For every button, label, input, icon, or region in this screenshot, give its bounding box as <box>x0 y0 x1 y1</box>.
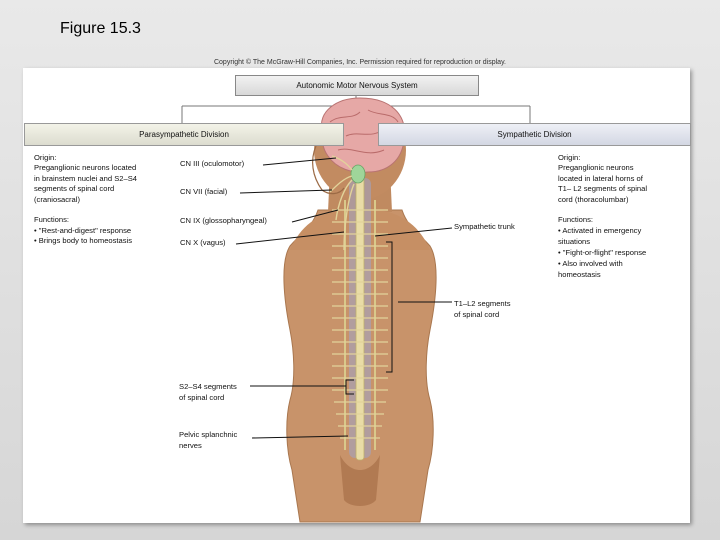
para-origin-label: Origin: <box>34 153 57 162</box>
para-functions-label: Functions: <box>34 215 70 224</box>
para-origin-text: Preganglionic neurons located in brainst… <box>34 163 138 204</box>
symp-origin-label: Origin: <box>558 153 581 162</box>
label-cn10: CN X (vagus) <box>180 238 226 247</box>
label-sympathetic-trunk: Sympathetic trunk <box>454 222 515 231</box>
spinal-cord <box>355 169 365 461</box>
label-cn3: CN III (oculomotor) <box>180 159 245 168</box>
para-function-item: • Brings body to homeostasis <box>34 236 133 245</box>
symp-function-item: • "Fight-or-flight" response <box>558 248 647 257</box>
label-cn7: CN VII (facial) <box>180 187 228 196</box>
root-node-box: Autonomic Motor Nervous System <box>235 75 479 96</box>
symp-function-item: • Activated in emergency situations <box>558 226 642 246</box>
body-illustration <box>283 97 437 523</box>
symp-function-item: • Also involved with homeostasis <box>558 259 623 279</box>
parasympathetic-header: Parasympathetic Division <box>24 123 344 146</box>
label-cn9: CN IX (glossopharyngeal) <box>180 216 267 225</box>
brainstem <box>350 164 366 184</box>
label-pelvic-splanchnic: Pelvic splanchnic nerves <box>179 430 238 450</box>
label-s2-s4-segments: S2–S4 segments of spinal cord <box>179 382 237 402</box>
leader-cn7 <box>239 189 333 194</box>
sympathetic-header: Sympathetic Division <box>378 123 691 146</box>
symp-functions-label: Functions: <box>558 215 594 224</box>
label-t1-l2-segments: T1–L2 segments of spinal cord <box>454 299 511 319</box>
symp-origin-text: Preganglionic neurons located in lateral… <box>558 163 648 204</box>
para-function-item: • "Rest-and-digest" response <box>34 226 132 235</box>
